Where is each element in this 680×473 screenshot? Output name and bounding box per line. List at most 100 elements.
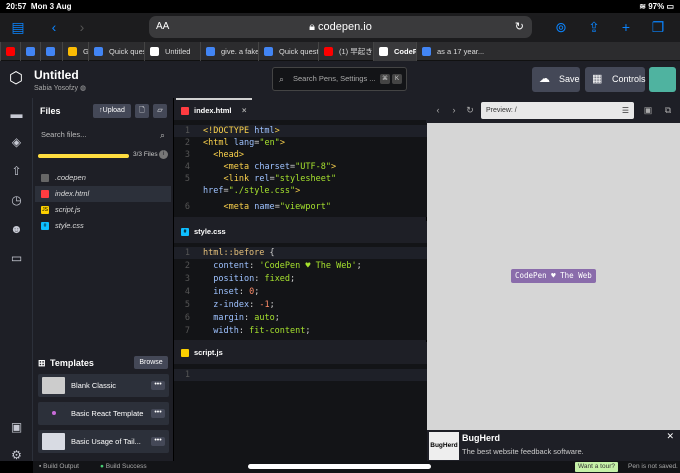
new-file-icon[interactable]: 🗋︎ — [135, 104, 149, 118]
template-item[interactable]: Basic React Template ••• — [38, 402, 169, 425]
preview-reload-icon[interactable]: ↻ — [464, 104, 476, 116]
collaborators-icon[interactable]: ☻ — [8, 221, 25, 238]
open-external-icon[interactable]: ⧉ — [662, 104, 674, 116]
layers-icon[interactable]: ◈ — [8, 134, 25, 151]
file-item[interactable]: JS script.js — [35, 202, 171, 218]
browser-tab[interactable]: Untitled — [144, 42, 200, 61]
reload-icon[interactable]: ↻ — [515, 20, 524, 33]
lock-icon: 🔒︎ — [309, 21, 315, 33]
browser-tab[interactable]: as a 17 year... — [416, 42, 680, 61]
tab-favicon-icon — [46, 47, 55, 56]
browser-tab[interactable]: Google Meet — [62, 42, 88, 61]
templates-heading: Templates — [50, 358, 94, 368]
browser-tab[interactable]: CodePen — [373, 42, 416, 61]
preview-pane[interactable]: CodePen ♥ The Web — [427, 123, 680, 430]
file-name: script.js — [55, 205, 81, 214]
code-line: 6 margin: auto; — [184, 313, 280, 323]
preview-settings-icon[interactable]: ☰ — [622, 102, 629, 119]
info-icon[interactable]: i — [159, 150, 168, 159]
search-icon: ⌕ — [279, 74, 285, 84]
image-icon[interactable]: ▣ — [8, 419, 25, 436]
file-item[interactable]: .codepen — [35, 170, 171, 186]
console-icon[interactable]: ▣ — [642, 104, 654, 116]
ad-close-icon[interactable]: ✕ — [666, 431, 674, 442]
template-name: Basic React Template — [71, 409, 144, 418]
check-icon: ● — [100, 463, 104, 470]
tab-index-html[interactable]: index.html × — [176, 98, 252, 120]
ad-banner[interactable]: BugHerd BugHerd The best website feedbac… — [427, 430, 680, 461]
tab-favicon-icon — [379, 47, 388, 56]
upload-button[interactable]: ↑Upload — [93, 104, 131, 118]
tab-script-js[interactable]: script.js — [176, 342, 243, 364]
shortcut-key-k: K — [392, 74, 402, 84]
new-tab-icon[interactable]: + — [616, 17, 636, 37]
tabs-overview-icon[interactable]: ❐ — [648, 17, 668, 37]
preview-forward-icon[interactable]: › — [448, 104, 460, 116]
tab-favicon-icon — [422, 47, 431, 56]
search-input[interactable]: ⌕ Search Pens, Settings ... ⌘ K — [272, 67, 407, 91]
folder-icon[interactable]: ▬ — [8, 106, 25, 123]
template-more-icon[interactable]: ••• — [151, 437, 165, 446]
browser-tab[interactable]: give. a fake... — [200, 42, 258, 61]
back-icon[interactable]: ‹ — [44, 17, 64, 37]
tour-button[interactable]: Want a tour? — [575, 462, 618, 472]
save-button[interactable]: ☁ Save — [532, 67, 580, 92]
file-item[interactable]: index.html — [35, 186, 171, 202]
shortcut-key-cmd: ⌘ — [380, 74, 390, 84]
left-rail: ▬ ◈ ⇧ ◷ ☻ ▭ ▣ ⚙ — [0, 98, 33, 464]
pen-title[interactable]: Untitled — [34, 68, 79, 82]
tab-favicon-icon — [68, 47, 77, 56]
tab-strip: Google Meet Quick questi... Untitled give. … — [0, 42, 680, 61]
tab-style-css[interactable]: # style.css — [176, 221, 246, 243]
codepen-logo-icon[interactable]: ⬡ — [6, 69, 26, 89]
controls-button[interactable]: ▦ Controls — [585, 67, 646, 92]
tab-label: give. a fake... — [221, 47, 258, 56]
html-tab-label: index.html — [194, 106, 232, 115]
file-item[interactable]: # style.css — [35, 218, 171, 234]
pen-author[interactable]: Sabia Yosofzy — [34, 85, 78, 92]
file-type-icon: # — [41, 222, 49, 230]
template-thumbnail — [42, 433, 65, 450]
browser-tab[interactable]: Quick questi... — [88, 42, 144, 61]
browser-tab[interactable] — [20, 42, 41, 61]
browser-tab[interactable] — [40, 42, 62, 61]
close-icon[interactable]: × — [242, 100, 247, 122]
export-icon[interactable]: ⇧ — [8, 163, 25, 180]
build-output-link[interactable]: ▪ Build Output — [39, 461, 79, 473]
search-placeholder: Search Pens, Settings ... — [293, 74, 376, 83]
sidebar-toggle-icon[interactable]: ▤ — [8, 17, 28, 37]
share-icon[interactable]: ⇪ — [584, 17, 604, 37]
file-search-input[interactable]: Search files... ⌕ — [37, 127, 169, 143]
template-item[interactable]: Basic Usage of Tail... ••• — [38, 430, 169, 453]
codepen-header: ⬡ Untitled Sabia Yosofzy ◍ ⌕ Search Pens… — [0, 61, 680, 98]
file-search-placeholder: Search files... — [41, 130, 87, 139]
browser-tab[interactable]: Quick questi... — [258, 42, 318, 61]
forward-icon[interactable]: › — [72, 17, 92, 37]
preview-url-field[interactable]: Preview: / ☰ — [481, 102, 634, 119]
browse-templates-button[interactable]: Browse — [134, 356, 168, 369]
new-folder-icon[interactable]: ▱ — [153, 104, 167, 118]
browser-tab[interactable]: (1) 早起きでバー... — [318, 42, 373, 61]
template-more-icon[interactable]: ••• — [151, 381, 165, 390]
download-icon[interactable]: ⊚ — [551, 17, 571, 37]
html-code-editor[interactable]: 1 <!DOCTYPE html> 2 <html lang="en"> 3 <he… — [174, 120, 427, 217]
avatar[interactable] — [649, 67, 676, 92]
preview-back-icon[interactable]: ‹ — [432, 104, 444, 116]
tab-favicon-icon — [6, 47, 15, 56]
css-editor-tab-bar: # style.css — [174, 221, 427, 243]
code-line: 3 position: fixed; — [184, 274, 296, 284]
template-item[interactable]: Blank Classic ••• — [38, 374, 169, 397]
settings-gear-icon[interactable]: ⚙ — [8, 447, 25, 464]
history-icon[interactable]: ◷ — [8, 192, 25, 209]
js-code-editor[interactable]: 1 — [174, 364, 427, 461]
template-more-icon[interactable]: ••• — [151, 409, 165, 418]
tab-label: CodePen — [394, 47, 416, 56]
address-bar[interactable]: AA 🔒︎ codepen.io ↻ — [149, 16, 532, 38]
tab-label: (1) 早起きでバー... — [339, 47, 373, 56]
file-type-icon — [41, 190, 49, 198]
preview-url-text: Preview: / — [486, 107, 517, 114]
browser-tab[interactable] — [0, 42, 21, 61]
css-code-editor[interactable]: 1 html::before { 2 content: 'CodePen ♥ Th… — [174, 243, 427, 340]
comments-icon[interactable]: ▭ — [8, 250, 25, 267]
code-line: 1 <!DOCTYPE html> — [174, 125, 427, 137]
